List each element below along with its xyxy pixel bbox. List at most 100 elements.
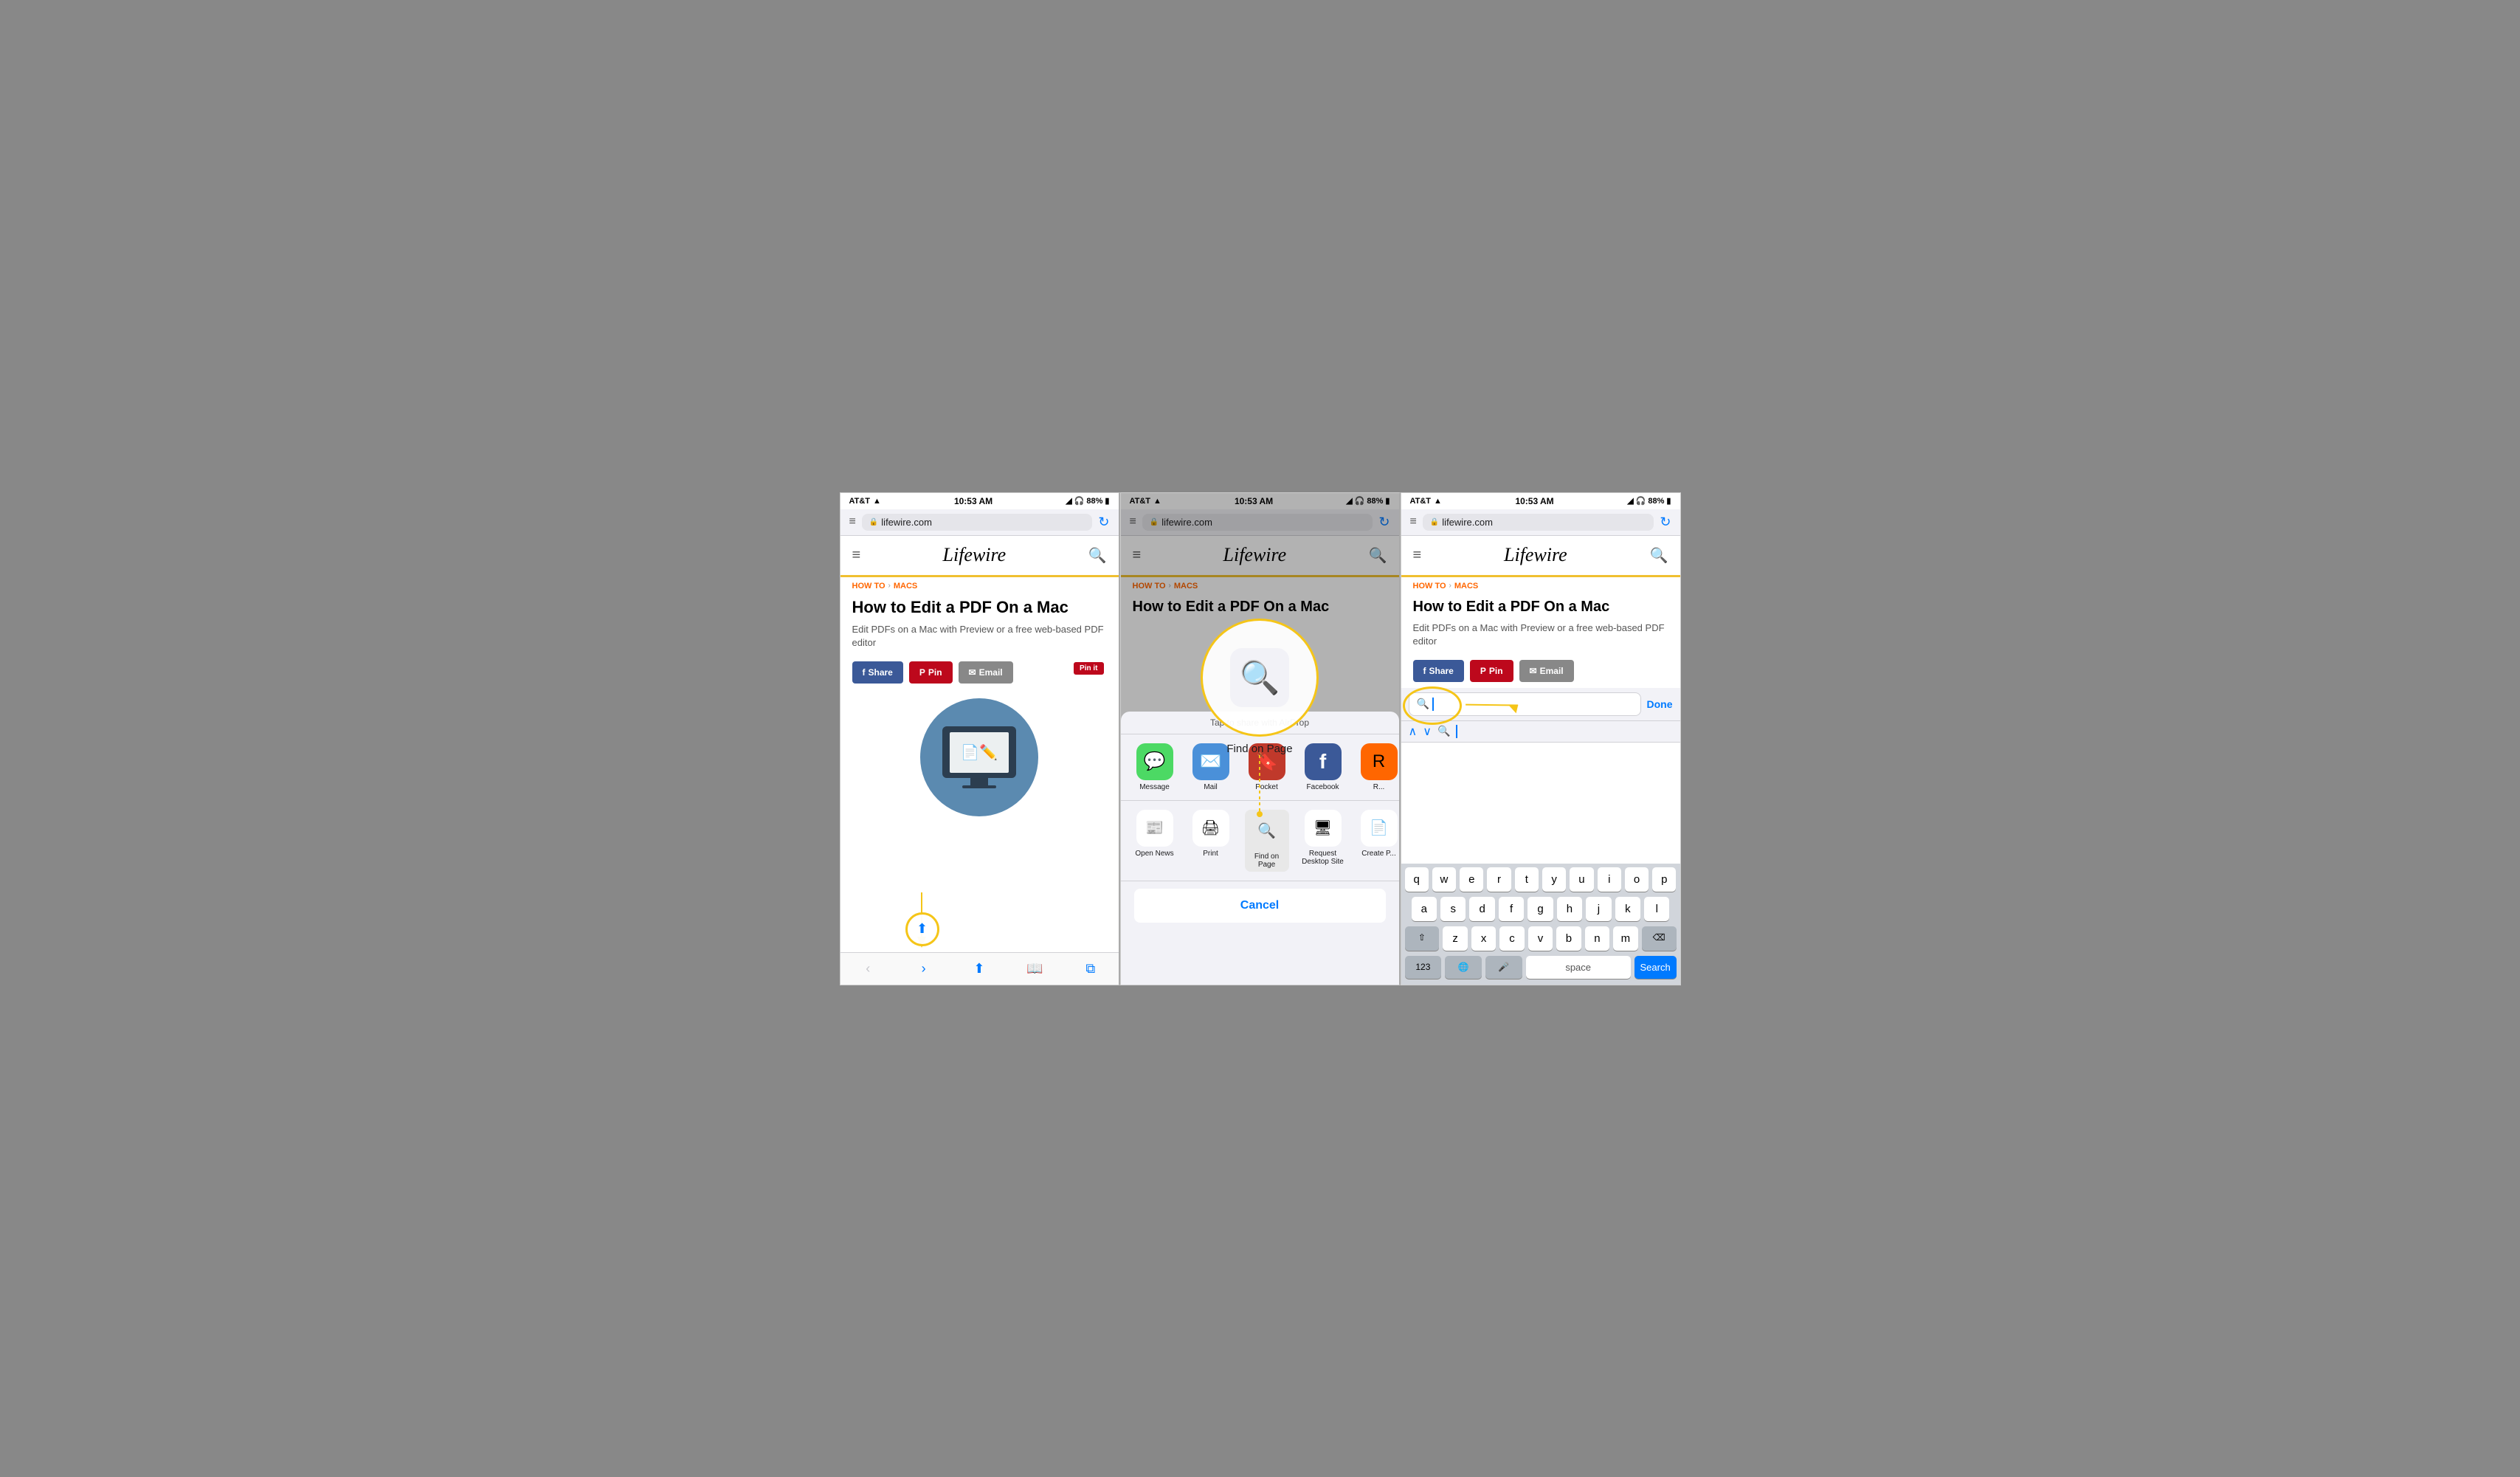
request-desktop-action-2[interactable]: 🖥 Request Desktop Site [1301,810,1345,872]
lock-icon-3: 🔒 [1430,518,1439,526]
back-btn-1[interactable]: ‹ [855,957,881,979]
print-icon-2: 🖨 [1192,810,1229,847]
address-bar-3[interactable]: ≡ 🔒 lifewire.com ↻ [1401,509,1680,536]
bottom-toolbar-1: ‹ › ⬆ 📖 ⧉ [840,952,1119,985]
macs-link-3[interactable]: MACS [1454,582,1478,591]
key-search-3[interactable]: Search [1634,956,1677,979]
key-y-3[interactable]: y [1542,867,1566,892]
article-title-1: How to Edit a PDF On a Mac [840,595,1119,620]
bookmark-btn-1[interactable]: 📖 [1021,957,1048,979]
key-g-3[interactable]: g [1527,897,1553,921]
prev-result-btn-3[interactable]: ∧ [1409,724,1418,739]
next-result-btn-3[interactable]: ∨ [1423,724,1432,739]
more-app-2[interactable]: R R... [1357,743,1399,791]
cursor-3 [1432,698,1434,711]
key-row-4-3: 123 🌐 🎤 space Search [1401,952,1680,980]
share-toolbar-btn-1[interactable]: ⬆ [966,957,993,979]
key-r-3[interactable]: r [1487,867,1511,892]
email-icon-1: ✉ [969,667,976,678]
key-s-3[interactable]: s [1440,897,1466,921]
key-z-3[interactable]: z [1443,926,1467,951]
time-3: 10:53 AM [1515,496,1553,506]
key-a-3[interactable]: a [1412,897,1437,921]
status-bar-3: AT&T ▲ 10:53 AM ◢ 🎧 88% ▮ [1401,493,1680,509]
macs-link-1[interactable]: MACS [894,582,917,591]
key-v-3[interactable]: v [1528,926,1553,951]
key-x-3[interactable]: x [1471,926,1496,951]
email-btn-3[interactable]: ✉ Email [1519,660,1574,682]
search-icon-3[interactable]: 🔍 [1650,546,1668,565]
key-c-3[interactable]: c [1499,926,1524,951]
screen-2: AT&T ▲ 10:53 AM ◢ 🎧 88% ▮ ≡ 🔒 lifewire.c… [1120,492,1401,985]
key-123-3[interactable]: 123 [1405,956,1442,979]
address-bar-1[interactable]: ≡ 🔒 lifewire.com ↻ [840,509,1119,536]
key-shift-3[interactable]: ⇧ [1405,926,1440,951]
search-icon-1[interactable]: 🔍 [1088,546,1107,565]
forward-btn-1[interactable]: › [911,957,937,979]
key-i-3[interactable]: i [1598,867,1621,892]
facebook-icon-1: f [863,667,866,678]
key-mic-3[interactable]: 🎤 [1485,956,1522,979]
url-3: lifewire.com [1442,517,1493,528]
create-pdf-icon-2: 📄 [1361,810,1398,847]
time-1: 10:53 AM [954,496,993,506]
headphones-icon-1: 🎧 [1074,496,1085,506]
key-n-3[interactable]: n [1585,926,1609,951]
wifi-icon-1: ▲ [873,497,881,506]
menu-btn-1[interactable]: ≡ [849,515,856,529]
key-u-3[interactable]: u [1570,867,1593,892]
open-news-action-2[interactable]: 📰 Open News [1133,810,1177,872]
menu-btn-3[interactable]: ≡ [1410,515,1417,529]
hamburger-icon-3[interactable]: ≡ [1413,547,1422,564]
key-h-3[interactable]: h [1557,897,1582,921]
howto-link-3[interactable]: HOW TO [1413,582,1446,591]
headphones-icon-3: 🎧 [1636,496,1646,506]
key-m-3[interactable]: m [1613,926,1637,951]
print-action-2[interactable]: 🖨 Print [1189,810,1233,872]
create-pdf-action-2[interactable]: 📄 Create P... [1357,810,1401,872]
key-p-3[interactable]: p [1652,867,1676,892]
refresh-btn-1[interactable]: ↻ [1098,514,1109,530]
battery-icon-3: ▮ [1666,496,1671,506]
cancel-btn-2[interactable]: Cancel [1134,889,1386,923]
share-buttons-3: f Share P Pin ✉ Email [1401,654,1680,688]
tabs-btn-1[interactable]: ⧉ [1077,957,1104,979]
refresh-btn-3[interactable]: ↻ [1660,514,1671,530]
key-delete-3[interactable]: ⌫ [1642,926,1677,951]
url-1: lifewire.com [881,517,932,528]
message-app-2[interactable]: 💬 Message [1133,743,1177,791]
key-j-3[interactable]: j [1586,897,1611,921]
hamburger-icon-1[interactable]: ≡ [852,547,861,564]
done-btn-3[interactable]: Done [1647,698,1673,710]
key-o-3[interactable]: o [1625,867,1649,892]
share-btn-1[interactable]: f Share [852,661,903,684]
battery-icon-1: ▮ [1105,496,1109,506]
key-f-3[interactable]: f [1499,897,1524,921]
key-k-3[interactable]: k [1615,897,1640,921]
battery-1: 88% [1086,497,1102,506]
key-e-3[interactable]: e [1460,867,1483,892]
key-b-3[interactable]: b [1556,926,1581,951]
request-desktop-label-2: Request Desktop Site [1301,850,1345,866]
key-globe-3[interactable]: 🌐 [1445,956,1482,979]
location-icon-3: ◢ [1627,496,1633,506]
key-space-3[interactable]: space [1526,956,1631,979]
email-btn-1[interactable]: ✉ Email [959,661,1013,684]
key-t-3[interactable]: t [1515,867,1539,892]
site-logo-3: Lifewire [1504,544,1567,566]
search-bar-3[interactable]: 🔍 Done [1401,688,1680,721]
key-w-3[interactable]: w [1432,867,1456,892]
share-circle-1[interactable]: ⬆ [905,912,939,946]
more-icon-2: R [1361,743,1398,780]
howto-link-1[interactable]: HOW TO [852,582,886,591]
key-d-3[interactable]: d [1469,897,1494,921]
key-l-3[interactable]: l [1644,897,1669,921]
search-nav-row-3: ∧ ∨ 🔍 [1401,721,1680,743]
pin-btn-1[interactable]: P Pin [909,661,953,684]
find-on-page-action-2[interactable]: 🔍 Find on Page [1245,810,1289,872]
share-btn-3[interactable]: f Share [1413,660,1464,682]
screen-3: AT&T ▲ 10:53 AM ◢ 🎧 88% ▮ ≡ 🔒 lifewire.c… [1401,492,1681,985]
find-on-page-icon-2: 🔍 [1249,813,1285,850]
find-on-page-highlight-2: 🔍 Find on Page [1201,619,1319,814]
key-q-3[interactable]: q [1405,867,1429,892]
